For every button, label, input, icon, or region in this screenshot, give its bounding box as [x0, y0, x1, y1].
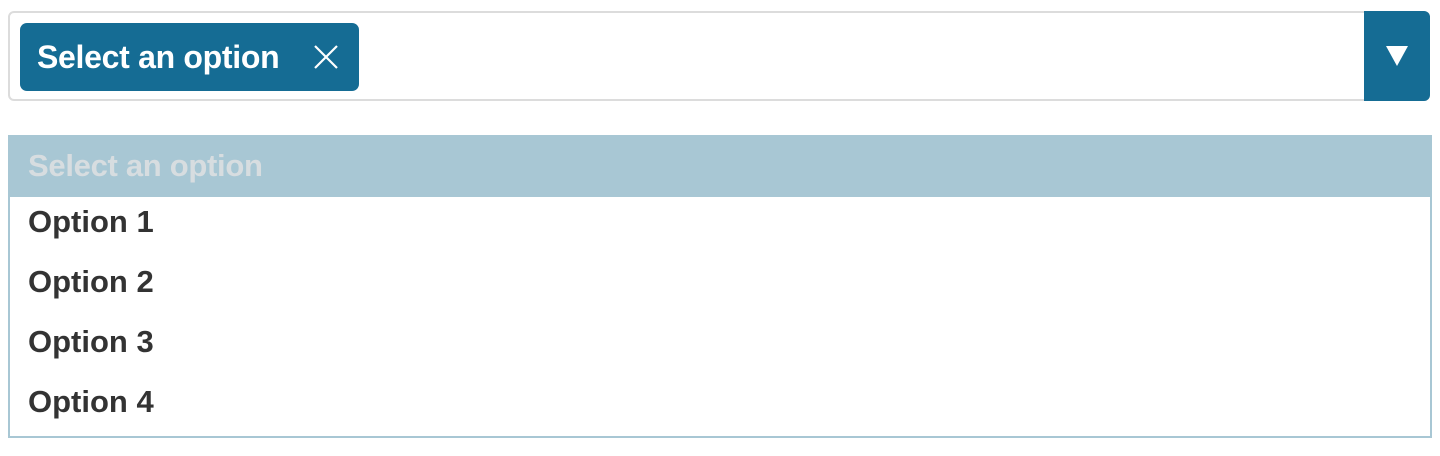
dropdown-list: Select an option Option 1 Option 2 Optio…	[8, 135, 1432, 438]
close-icon[interactable]	[312, 43, 340, 71]
dropdown-option[interactable]: Option 2	[10, 252, 1430, 312]
dropdown-toggle-button[interactable]	[1364, 11, 1430, 101]
triangle-down-icon	[1386, 46, 1408, 66]
dropdown-option[interactable]: Option 3	[10, 312, 1430, 372]
selected-chip-label: Select an option	[37, 38, 280, 75]
dropdown-option[interactable]: Option 1	[10, 192, 1430, 252]
dropdown-option[interactable]: Option 4	[10, 372, 1430, 432]
selected-chip[interactable]: Select an option	[20, 23, 359, 91]
multi-select-box[interactable]: Select an option	[8, 11, 1430, 101]
dropdown-placeholder-option[interactable]: Select an option	[8, 135, 1432, 197]
